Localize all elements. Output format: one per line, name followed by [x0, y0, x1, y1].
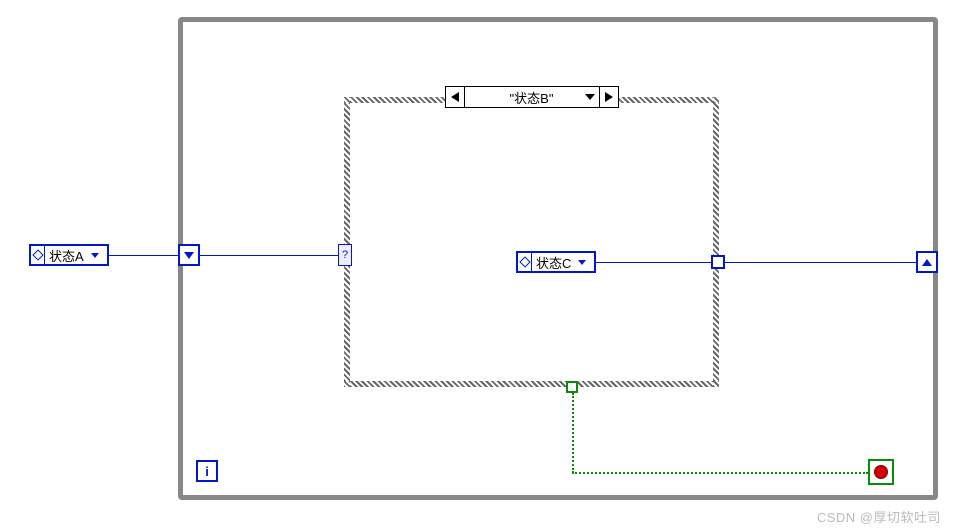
question-mark-icon: ? [342, 249, 348, 261]
wire [725, 262, 920, 263]
stop-icon [874, 465, 888, 479]
case-selector-terminal[interactable]: ? [338, 244, 352, 266]
chevron-down-icon [88, 246, 102, 264]
wire [109, 255, 181, 256]
case-selector: "状态B" [445, 86, 619, 108]
case-next-button[interactable] [599, 86, 619, 108]
chevron-down-icon [575, 253, 589, 271]
iteration-terminal[interactable]: i [196, 460, 218, 482]
chevron-down-icon [585, 94, 595, 100]
shift-register-right[interactable] [916, 251, 938, 273]
case-selector-label-box[interactable]: "状态B" [465, 86, 599, 108]
boolean-wire [572, 393, 574, 473]
wire [200, 255, 342, 256]
ring-icon [518, 253, 532, 271]
ring-icon [31, 246, 45, 264]
enum-constant-state-a[interactable]: 状态A [29, 244, 109, 266]
tunnel-output[interactable] [711, 255, 725, 269]
stop-terminal[interactable] [868, 459, 894, 485]
triangle-left-icon [451, 92, 459, 102]
boolean-wire [572, 472, 868, 474]
case-structure[interactable]: "状态B" [344, 97, 719, 387]
iteration-symbol: i [205, 464, 209, 479]
case-selector-label: "状态B" [510, 88, 554, 107]
shift-register-left[interactable] [178, 244, 200, 266]
wire [596, 262, 711, 263]
diagram-canvas: 状态A "状态B" ? 状态C [0, 0, 953, 532]
tunnel-boolean[interactable] [566, 381, 578, 393]
enum-constant-state-c[interactable]: 状态C [516, 251, 596, 273]
triangle-right-icon [605, 92, 613, 102]
enum-constant-state-a-label: 状态A [45, 246, 88, 265]
watermark-text: CSDN @厚切软吐司 [817, 507, 941, 526]
case-prev-button[interactable] [445, 86, 465, 108]
case-structure-frame [350, 103, 713, 381]
enum-constant-state-c-label: 状态C [532, 253, 575, 272]
